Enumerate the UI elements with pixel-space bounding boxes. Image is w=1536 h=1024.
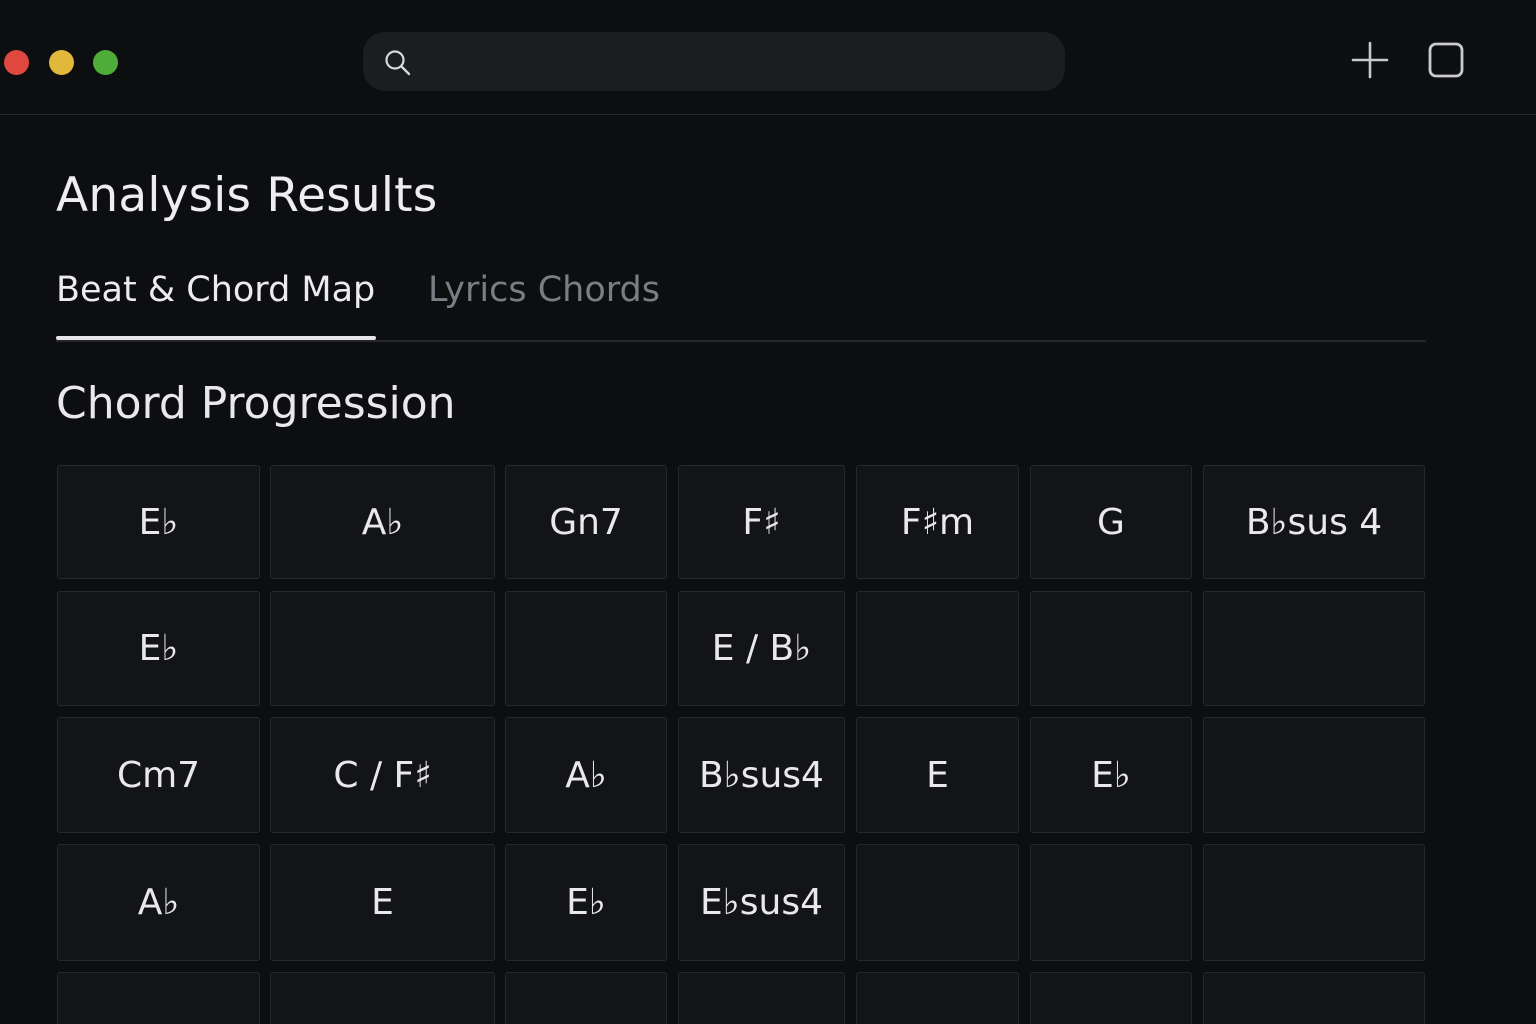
chord-cell[interactable]: E♭ <box>1030 717 1192 833</box>
chord-cell[interactable]: F♯ <box>678 465 845 579</box>
chord-cell[interactable] <box>1203 717 1425 833</box>
chord-cell[interactable] <box>270 972 495 1024</box>
chord-cell[interactable] <box>1203 972 1425 1024</box>
chord-cell[interactable]: Gn7 <box>505 465 667 579</box>
chord-cell[interactable]: A♭ <box>505 717 667 833</box>
chord-cell[interactable] <box>505 972 667 1024</box>
active-tab-indicator <box>56 336 376 340</box>
chord-cell[interactable]: E / B♭ <box>678 591 845 706</box>
chord-cell[interactable] <box>856 972 1019 1024</box>
chord-cell[interactable] <box>1203 844 1425 961</box>
chord-cell[interactable]: C / F♯ <box>270 717 495 833</box>
chord-cell[interactable] <box>270 591 495 706</box>
chord-cell[interactable]: F♯m <box>856 465 1019 579</box>
search-icon <box>385 50 411 76</box>
chord-cell[interactable]: E♭ <box>57 591 260 706</box>
chord-cell[interactable]: E♭sus4 <box>678 844 845 961</box>
window-icon[interactable] <box>1424 38 1468 82</box>
tab-lyrics-chords[interactable]: Lyrics Chords <box>428 270 660 310</box>
zoom-window-button[interactable] <box>93 50 118 75</box>
chord-cell[interactable] <box>1030 591 1192 706</box>
page-title: Analysis Results <box>56 168 438 223</box>
title-bar <box>0 0 1536 115</box>
section-title: Chord Progression <box>56 378 456 429</box>
chord-cell[interactable]: E♭ <box>57 465 260 579</box>
chord-cell[interactable] <box>1030 844 1192 961</box>
tab-beat-chord-map[interactable]: Beat & Chord Map <box>56 270 375 310</box>
chord-cell[interactable] <box>1030 972 1192 1024</box>
tab-bar: Beat & Chord Map Lyrics Chords <box>56 262 1426 342</box>
chord-cell[interactable]: A♭ <box>270 465 495 579</box>
chord-cell[interactable]: E♭ <box>505 844 667 961</box>
chord-cell[interactable]: A♭ <box>57 844 260 961</box>
search-bar[interactable] <box>363 32 1065 93</box>
chord-cell[interactable] <box>57 972 260 1024</box>
chord-cell[interactable]: G <box>1030 465 1192 579</box>
chord-cell[interactable]: B♭sus4 <box>678 717 845 833</box>
chord-cell[interactable]: E <box>856 717 1019 833</box>
chord-cell[interactable] <box>856 844 1019 961</box>
plus-icon[interactable] <box>1348 38 1392 82</box>
chord-cell[interactable] <box>505 591 667 706</box>
chord-cell[interactable]: Cm7 <box>57 717 260 833</box>
chord-cell[interactable] <box>856 591 1019 706</box>
chord-cell[interactable]: E <box>270 844 495 961</box>
chord-cell[interactable] <box>1203 591 1425 706</box>
chord-cell[interactable] <box>678 972 845 1024</box>
close-window-button[interactable] <box>4 50 29 75</box>
app-window: Analysis Results Beat & Chord Map Lyrics… <box>0 0 1536 1024</box>
search-input[interactable] <box>425 32 1049 93</box>
chord-cell[interactable]: B♭sus 4 <box>1203 465 1425 579</box>
minimize-window-button[interactable] <box>49 50 74 75</box>
